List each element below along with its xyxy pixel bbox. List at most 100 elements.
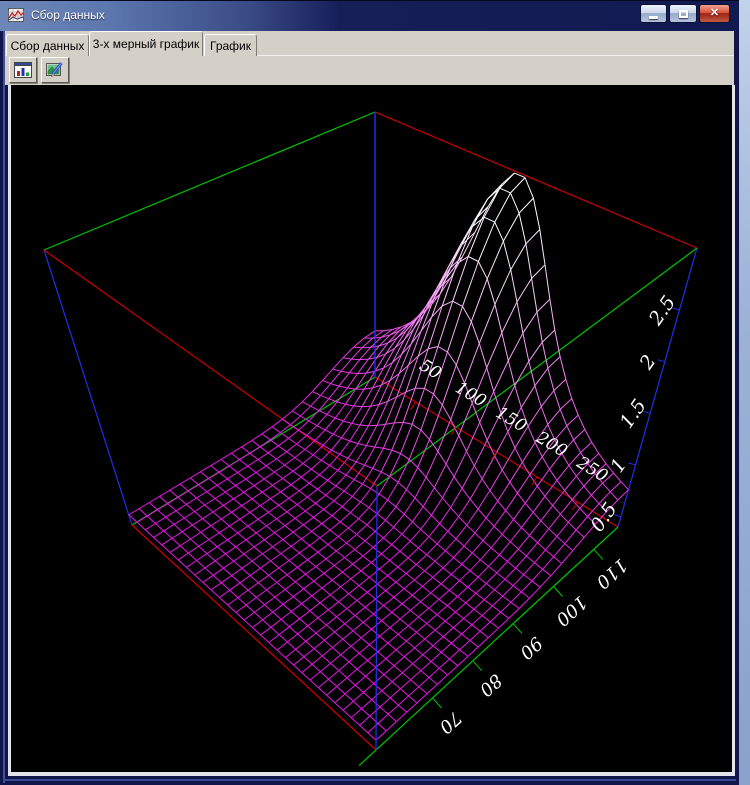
mesh-line: [388, 567, 398, 576]
mesh-line: [445, 539, 456, 551]
mesh-line: [272, 427, 280, 433]
mesh-line: [357, 525, 367, 535]
tab-data-collection[interactable]: Сбор данных: [6, 34, 89, 56]
mesh-line: [388, 576, 396, 583]
mesh-line: [292, 402, 302, 411]
mesh-line: [227, 479, 235, 486]
mesh-line: [296, 649, 304, 656]
mesh-line: [156, 517, 166, 523]
mesh-line: [379, 561, 389, 570]
tab-strip: Сбор данных 3-х мерный график График: [5, 31, 734, 56]
box-edge-bottom-front: [132, 525, 376, 750]
mesh-line: [383, 448, 392, 450]
mesh-line: [248, 583, 258, 590]
mesh-line: [437, 615, 445, 622]
mesh-line: [266, 466, 274, 472]
mesh-line: [394, 589, 404, 598]
mesh-line: [466, 593, 476, 603]
mesh-line: [281, 619, 289, 626]
mesh-line: [376, 731, 386, 740]
mesh-line: [468, 577, 478, 587]
mesh-line: [453, 301, 463, 306]
mesh-line: [419, 687, 427, 694]
mesh-line: [390, 551, 400, 560]
mesh-line: [523, 333, 529, 361]
export-image-button[interactable]: [41, 57, 69, 83]
mesh-line: [361, 638, 369, 645]
mesh-line: [491, 548, 499, 555]
mesh-line: [272, 485, 280, 491]
minimize-button[interactable]: [640, 4, 667, 23]
close-button[interactable]: ✕: [699, 4, 730, 23]
mesh-line: [252, 499, 260, 506]
mesh-line: [137, 522, 145, 530]
mesh-line: [427, 684, 437, 693]
mesh-line: [524, 563, 535, 575]
mesh-line: [478, 638, 488, 647]
window-title: Сбор данных: [31, 8, 105, 22]
mesh-line: [261, 627, 271, 635]
mesh-line: [470, 560, 481, 571]
mesh-line: [445, 612, 455, 621]
mesh-line: [396, 574, 406, 583]
mesh-line: [426, 288, 437, 306]
mesh-line: [277, 642, 287, 650]
mesh-line: [362, 700, 372, 709]
mesh-line: [327, 695, 335, 703]
mesh-line: [454, 546, 465, 558]
tab-3d-graph[interactable]: 3-х мерный график: [89, 31, 203, 56]
mesh-line: [263, 612, 273, 620]
mesh-line: [314, 640, 324, 648]
mesh-line: [263, 620, 271, 627]
mesh-line: [398, 459, 409, 482]
chart-view-button[interactable]: [9, 57, 37, 83]
mesh-line: [423, 507, 431, 516]
mesh-line: [415, 498, 423, 507]
mesh-line: [318, 688, 326, 696]
axis-label-x-200: 200: [532, 427, 571, 461]
titlebar[interactable]: Сбор данных ✕: [0, 0, 739, 31]
mesh-line: [541, 521, 549, 529]
mesh-line: [478, 577, 486, 583]
mesh-line: [295, 450, 305, 458]
mesh-line: [431, 652, 441, 661]
mesh-line: [378, 643, 388, 652]
mesh-line: [478, 509, 486, 518]
mesh-line: [366, 425, 377, 445]
mesh-line: [550, 469, 558, 480]
mesh-line: [443, 558, 453, 568]
mesh-line: [381, 554, 389, 561]
mesh-line: [285, 590, 293, 597]
mesh-line: [283, 471, 293, 478]
surface-plot-canvas[interactable]: 501001502002507080901001100.511.522.5: [11, 85, 732, 772]
mesh-line: [225, 486, 235, 493]
mesh-line: [526, 556, 534, 563]
maximize-button[interactable]: [669, 4, 697, 23]
mesh-line: [287, 642, 295, 649]
mesh-line: [242, 506, 250, 513]
mesh-line: [337, 687, 345, 694]
mesh-line: [311, 469, 319, 475]
mesh-line: [278, 446, 286, 452]
mesh-line: [260, 440, 270, 447]
mesh-line: [433, 637, 443, 646]
surface-plot[interactable]: 501001502002507080901001100.511.522.5: [11, 85, 732, 772]
mesh-line: [578, 415, 585, 429]
mesh-line: [324, 632, 334, 640]
mesh-line: [356, 462, 364, 465]
axis-label-x-250: 250: [572, 452, 611, 486]
mesh-line: [329, 679, 337, 686]
mesh-line: [467, 451, 475, 466]
mesh-line: [350, 441, 358, 444]
mesh-line: [476, 593, 484, 599]
mesh-line: [494, 526, 502, 534]
mesh-line: [499, 618, 509, 628]
mesh-line: [371, 629, 379, 636]
mesh-line: [398, 626, 408, 635]
mesh-line: [354, 338, 365, 347]
mesh-line: [451, 488, 463, 507]
tab-graph[interactable]: График: [204, 34, 257, 56]
mesh-line: [464, 619, 472, 625]
mesh-line: [292, 411, 300, 416]
mesh-line: [246, 597, 256, 605]
